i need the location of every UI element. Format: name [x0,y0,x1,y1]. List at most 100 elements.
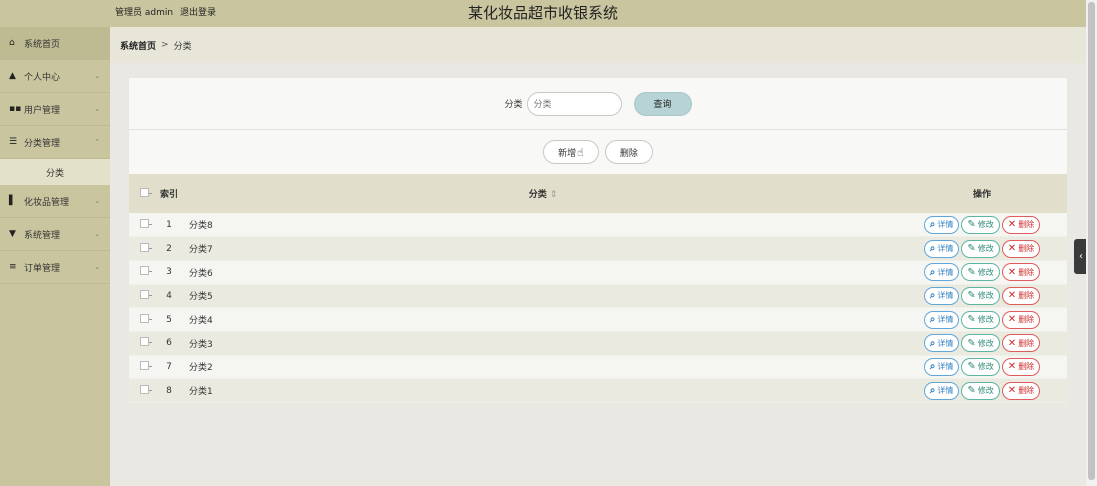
sidebar-subitem-category[interactable]: 分类 [0,159,110,185]
row-delete-button[interactable]: ✕ 删除 [1001,310,1041,329]
delete-label: 删除 [1018,267,1035,277]
row-checkbox-cell [129,236,159,261]
person-icon: ▲ [9,71,16,81]
search-icon: ⌕ [929,361,936,373]
row-checkbox[interactable] [139,289,152,299]
row-delete-button[interactable]: ✕ 删除 [1001,215,1041,234]
chevron-left-icon: ‹ [1079,251,1083,262]
row-category-name: 分类1 [179,378,897,403]
detail-label: 详情 [937,315,954,325]
sidebar-item-label: 化妆品管理 [24,197,70,208]
row-checkbox[interactable] [139,337,152,347]
chevron-down-icon: ⌄ [94,105,100,113]
edit-label: 修改 [977,244,994,254]
detail-button[interactable]: ⌕ 详情 [923,215,960,234]
detail-button[interactable]: ⌕ 详情 [923,357,960,376]
row-checkbox[interactable] [139,242,152,252]
sidebar-item-label: 系统首页 [24,39,61,50]
chevron-down-icon: ⌄ [94,197,100,205]
sidebar-item-cosmetics[interactable]: ▌ 化妆品管理 ⌄ [0,185,110,218]
sidebar-item-orders[interactable]: ≡ 订单管理 ⌄ [0,251,110,284]
row-delete-button[interactable]: ✕ 删除 [1001,381,1041,400]
pencil-icon: ✎ [967,219,976,231]
edit-button[interactable]: ✎ 修改 [961,381,1000,400]
detail-button[interactable]: ⌕ 详情 [923,334,960,353]
edit-button[interactable]: ✎ 修改 [961,286,1000,305]
row-index: 8 [159,378,179,403]
breadcrumb-separator: > [161,40,169,50]
sidebar-item-label: 系统管理 [24,230,61,241]
edit-button[interactable]: ✎ 修改 [961,310,1000,329]
row-checkbox[interactable] [139,360,152,370]
delete-label: 删除 [1018,338,1035,348]
detail-label: 详情 [937,267,954,277]
row-checkbox[interactable] [139,218,152,228]
detail-label: 详情 [937,220,954,230]
close-icon: ✕ [1007,290,1017,302]
row-checkbox-cell [129,284,159,309]
row-checkbox[interactable] [139,384,152,394]
row-delete-button[interactable]: ✕ 删除 [1001,357,1041,376]
edit-button[interactable]: ✎ 修改 [961,263,1000,282]
query-button[interactable]: 查询 [633,91,692,116]
sidebar-item-users[interactable]: ▪▪ 用户管理 ⌄ [0,93,110,126]
sidebar-item-personal[interactable]: ▲ 个人中心 ⌄ [0,60,110,93]
row-checkbox-cell [129,331,159,356]
table-row: 6 分类3 ⌕ 详情 ✎ 修改 ✕ 删除 [129,331,1067,356]
sidebar-item-category[interactable]: ☰ 分类管理 ⌃ [0,126,110,159]
search-icon: ⌕ [929,385,936,397]
row-operations: ⌕ 详情 ✎ 修改 ✕ 删除 [897,355,1067,380]
add-button-label: 新增 [558,148,577,159]
sidebar-item-label: 个人中心 [24,72,61,83]
delete-button[interactable]: 删除 [604,140,653,164]
sidebar: ⌂ 系统首页 ▲ 个人中心 ⌄ ▪▪ 用户管理 ⌄ ☰ 分类管理 ⌃ 分类 ▌ … [0,27,110,486]
chevron-down-icon: ⌄ [94,72,100,80]
pencil-icon: ✎ [967,266,976,278]
name-header[interactable]: 分类 ⇕ [179,174,897,213]
book-icon: ▌ [9,196,16,206]
add-button[interactable]: 新增 ☝ [543,140,599,164]
edit-button[interactable]: ✎ 修改 [961,334,1000,353]
sort-icon[interactable]: ⇕ [550,190,558,200]
edit-button[interactable]: ✎ 修改 [961,357,1000,376]
chevron-down-icon: ⌄ [94,263,100,271]
row-operations: ⌕ 详情 ✎ 修改 ✕ 删除 [897,284,1067,309]
page-scrollbar[interactable] [1086,0,1097,486]
sidebar-item-system[interactable]: ▼ 系统管理 ⌄ [0,218,110,251]
row-category-name: 分类8 [179,213,897,238]
delete-label: 删除 [1018,315,1035,325]
edit-button[interactable]: ✎ 修改 [961,239,1000,258]
row-category-name: 分类5 [179,284,897,309]
delete-label: 删除 [1018,291,1035,301]
row-checkbox[interactable] [139,266,152,276]
detail-button[interactable]: ⌕ 详情 [923,286,960,305]
edit-label: 修改 [977,220,994,230]
row-delete-button[interactable]: ✕ 删除 [1001,263,1041,282]
category-search-input[interactable] [526,91,622,116]
detail-button[interactable]: ⌕ 详情 [923,310,960,329]
row-checkbox[interactable] [139,313,152,323]
row-index: 3 [159,260,179,285]
row-delete-button[interactable]: ✕ 删除 [1001,334,1041,353]
edit-label: 修改 [977,386,994,396]
row-operations: ⌕ 详情 ✎ 修改 ✕ 删除 [897,213,1067,238]
pencil-icon: ✎ [967,385,976,397]
row-operations: ⌕ 详情 ✎ 修改 ✕ 删除 [897,236,1067,261]
row-delete-button[interactable]: ✕ 删除 [1001,239,1041,258]
select-all-checkbox[interactable] [139,187,152,197]
row-checkbox-cell [129,260,159,285]
detail-label: 详情 [937,362,954,372]
edit-button[interactable]: ✎ 修改 [961,215,1000,234]
detail-button[interactable]: ⌕ 详情 [923,381,960,400]
sidebar-item-label: 分类管理 [24,138,61,149]
detail-button[interactable]: ⌕ 详情 [923,263,960,282]
sidebar-item-home[interactable]: ⌂ 系统首页 [0,27,110,60]
delete-label: 删除 [1018,220,1035,230]
row-delete-button[interactable]: ✕ 删除 [1001,286,1041,305]
grid-icon: ▪▪ [9,104,22,114]
detail-label: 详情 [937,338,954,348]
scrollbar-thumb[interactable] [1088,2,1095,480]
detail-button[interactable]: ⌕ 详情 [923,239,960,258]
select-all-checkbox-cell [129,174,159,213]
breadcrumb-home[interactable]: 系统首页 [120,39,156,52]
